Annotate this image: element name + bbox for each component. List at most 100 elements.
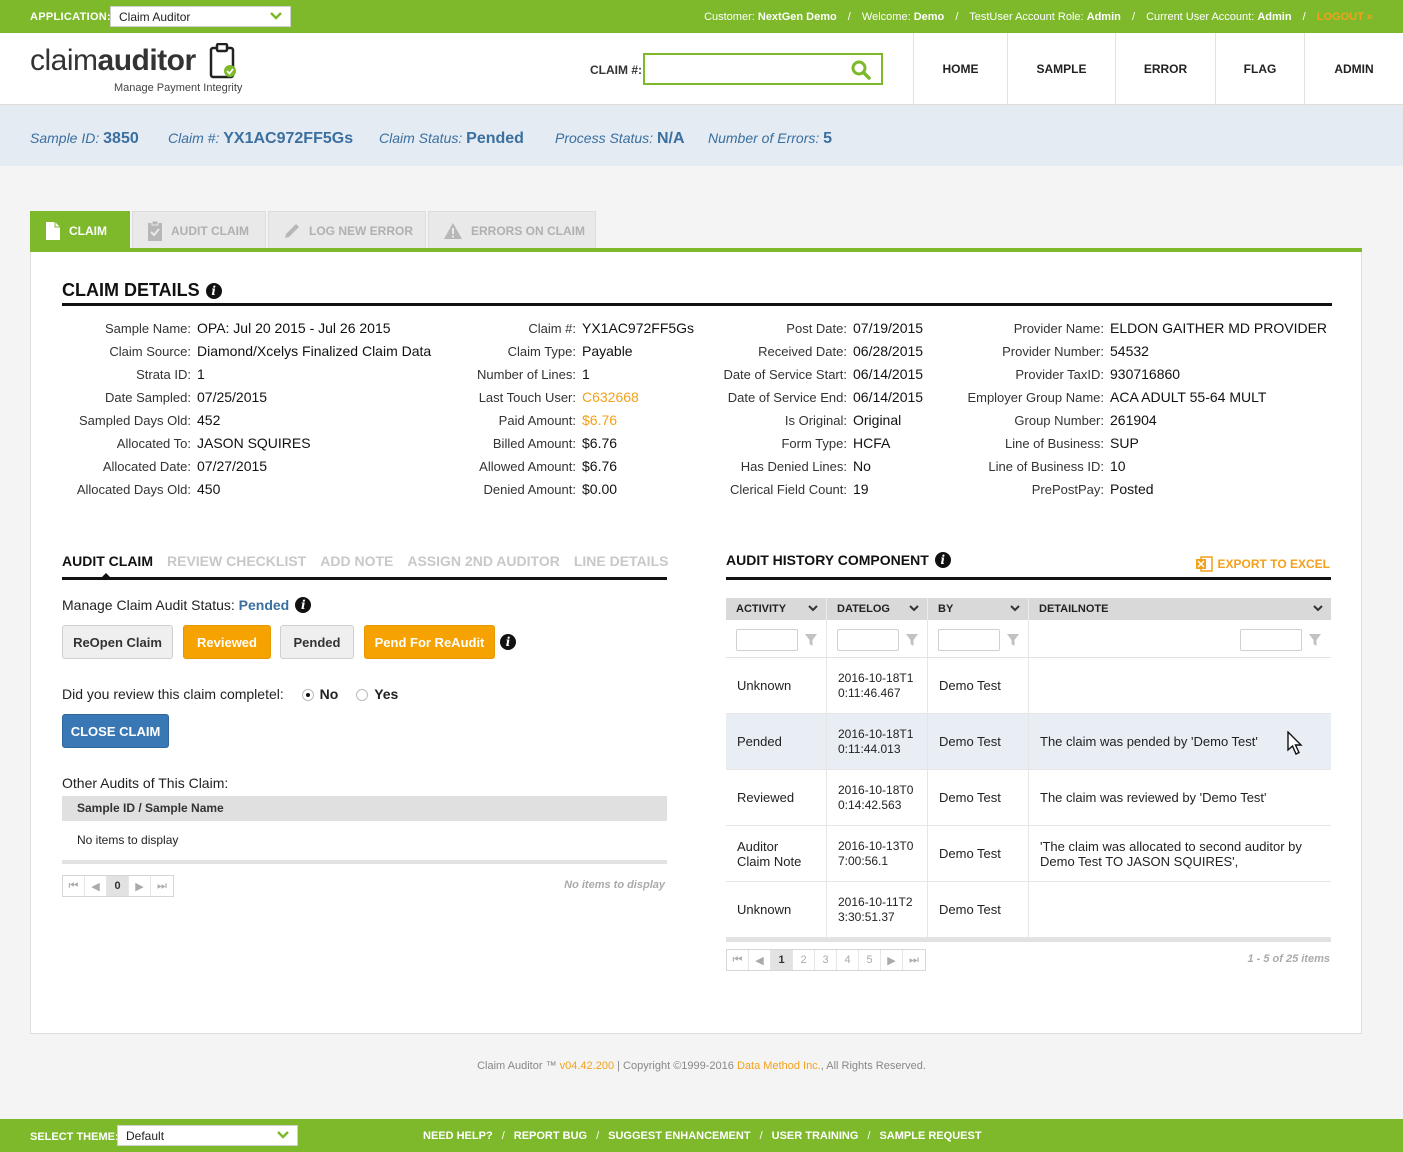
table-row[interactable]: Unknown 2016-10-11T23:30:51.37 Demo Test xyxy=(726,882,1331,938)
table-row[interactable]: Unknown 2016-10-18T10:11:46.467 Demo Test xyxy=(726,658,1331,714)
footer-link[interactable]: REPORT BUG xyxy=(514,1130,587,1142)
audit-status-label: Manage Claim Audit Status: xyxy=(62,597,235,613)
next-page-icon[interactable]: ▶ xyxy=(129,876,151,896)
reviewed-button[interactable]: Reviewed xyxy=(183,625,271,659)
filter-input-datelog[interactable] xyxy=(837,629,899,651)
footer-link[interactable]: SUGGEST ENHANCEMENT xyxy=(608,1130,750,1142)
tab-audit-claim[interactable]: AUDIT CLAIM xyxy=(132,211,266,249)
detail-label-text: Claim Source: xyxy=(109,344,191,359)
separator: / xyxy=(759,1130,763,1142)
cell-datelog-text: 2016-10-13T07:00:56.1 xyxy=(838,838,914,868)
column-detailnote-label: DETAILNOTE xyxy=(1039,603,1109,615)
table-row[interactable]: Pended 2016-10-18T10:11:44.013 Demo Test Th… xyxy=(726,714,1331,770)
page-1[interactable]: 1 xyxy=(771,950,793,970)
review-no-option[interactable]: No xyxy=(301,686,338,702)
reopen-claim-button[interactable]: ReOpen Claim xyxy=(62,625,173,659)
claim-details-title: CLAIM DETAILS i xyxy=(62,280,222,301)
nav-flag[interactable]: FLAG xyxy=(1215,33,1304,105)
tab-claim[interactable]: CLAIM xyxy=(30,211,130,249)
subtab-audit-claim-label: AUDIT CLAIM xyxy=(62,553,153,569)
column-header-detailnote[interactable]: DETAILNOTE xyxy=(1029,598,1331,620)
footer-company-link[interactable]: Data Method Inc. xyxy=(737,1060,821,1072)
filter-icon[interactable] xyxy=(906,634,918,646)
filter-icon[interactable] xyxy=(805,634,817,646)
page-2[interactable]: 2 xyxy=(793,950,815,970)
detail-label-text: Date of Service End: xyxy=(727,390,847,405)
cell-datelog: 2016-10-11T23:30:51.37 xyxy=(827,882,928,937)
cell-datelog: 2016-10-18T10:11:44.013 xyxy=(827,714,928,769)
footer-link[interactable]: USER TRAINING xyxy=(772,1130,859,1142)
table-row[interactable]: Auditor Claim Note 2016-10-13T07:00:56.1 D… xyxy=(726,826,1331,882)
tab-errors-on-claim[interactable]: ERRORS ON CLAIM xyxy=(428,211,596,249)
export-to-excel-link[interactable]: EXPORT TO EXCEL xyxy=(1195,555,1330,573)
detail-label-text: Denied Amount: xyxy=(483,482,576,497)
application-select[interactable]: Claim Auditor xyxy=(110,6,291,27)
subtab-review-checklist[interactable]: REVIEW CHECKLIST xyxy=(167,553,306,569)
filter-input-activity[interactable] xyxy=(736,629,798,651)
detail-value-text: 07/19/2015 xyxy=(853,320,924,336)
pend-for-reaudit-button[interactable]: Pend For ReAudit xyxy=(364,625,495,659)
search-icon[interactable] xyxy=(851,60,871,80)
filter-icon[interactable] xyxy=(1309,634,1321,646)
column-header-by[interactable]: BY xyxy=(928,598,1029,620)
info-icon[interactable]: i xyxy=(295,597,312,613)
subtab-assign-2nd-auditor[interactable]: ASSIGN 2ND AUDITOR xyxy=(407,553,559,569)
nav-admin[interactable]: ADMIN xyxy=(1304,33,1403,105)
nav-error[interactable]: ERROR xyxy=(1115,33,1215,105)
close-claim-button[interactable]: CLOSE CLAIM xyxy=(62,714,169,748)
info-icon[interactable]: i xyxy=(500,634,516,650)
column-header-datelog[interactable]: DATELOG xyxy=(827,598,928,620)
subtab-line-details[interactable]: LINE DETAILS xyxy=(574,553,669,569)
footer-link[interactable]: SAMPLE REQUEST xyxy=(879,1130,981,1142)
info-icon[interactable]: i xyxy=(205,282,222,299)
cell-datelog: 2016-10-13T07:00:56.1 xyxy=(827,826,928,881)
tab-log-new-error[interactable]: LOG NEW ERROR xyxy=(268,211,426,249)
first-page-icon[interactable]: ⏮ xyxy=(727,950,749,970)
tab-errors-on-claim-label: ERRORS ON CLAIM xyxy=(471,223,585,238)
logo[interactable]: claimauditor Manage Payment Integrity xyxy=(30,43,242,94)
radio-yes[interactable] xyxy=(356,689,369,701)
pended-button[interactable]: Pended xyxy=(280,625,354,659)
export-to-excel-label: EXPORT TO EXCEL xyxy=(1217,557,1330,571)
logout-link[interactable]: LOGOUT » xyxy=(1317,11,1373,23)
page-3[interactable]: 3 xyxy=(815,950,837,970)
last-page-icon[interactable]: ⏭ xyxy=(151,876,173,896)
other-audits-column[interactable]: Sample ID / Sample Name xyxy=(77,801,224,815)
last-page-icon[interactable]: ⏭ xyxy=(903,950,925,970)
first-page-icon[interactable]: ⏮ xyxy=(63,876,85,896)
page-current[interactable]: 0 xyxy=(107,876,129,896)
nav-home[interactable]: HOME xyxy=(913,33,1007,105)
radio-no[interactable] xyxy=(301,689,314,701)
subtab-add-note[interactable]: ADD NOTE xyxy=(320,553,393,569)
info-icon[interactable]: i xyxy=(934,552,951,568)
detail-value-text[interactable]: C632668 xyxy=(582,389,639,405)
claim-details-rule xyxy=(62,303,1332,306)
footer-link[interactable]: NEED HELP? xyxy=(423,1130,493,1142)
filter-input-by[interactable] xyxy=(938,629,1000,651)
filter-input-detailnote[interactable] xyxy=(1240,629,1302,651)
prev-page-icon[interactable]: ◀ xyxy=(85,876,107,896)
detail-value-text: 450 xyxy=(197,481,221,497)
detail-value-text: $6.76 xyxy=(582,458,618,474)
header: claimauditor Manage Payment Integrity CL… xyxy=(0,33,1403,105)
filter-icon[interactable] xyxy=(1007,634,1019,646)
column-header-activity[interactable]: ACTIVITY xyxy=(726,598,827,620)
detail-value-text: 06/28/2015 xyxy=(853,343,924,359)
prev-page-icon[interactable]: ◀ xyxy=(749,950,771,970)
theme-select[interactable]: Default xyxy=(117,1125,298,1146)
next-page-icon[interactable]: ▶ xyxy=(881,950,903,970)
claim-search-input[interactable] xyxy=(651,55,847,83)
table-row[interactable]: Reviewed 2016-10-18T00:14:42.563 Demo Test… xyxy=(726,770,1331,826)
page-5[interactable]: 5 xyxy=(859,950,881,970)
footer-version[interactable]: v04.42.200 xyxy=(560,1060,614,1072)
review-yes-option[interactable]: Yes xyxy=(356,686,398,702)
claim-status-label: Claim Status: xyxy=(379,130,463,146)
clipboard-logo-icon xyxy=(209,43,236,79)
detail-label-text: Sample Name: xyxy=(105,321,191,336)
page-4[interactable]: 4 xyxy=(837,950,859,970)
nav-sample[interactable]: SAMPLE xyxy=(1007,33,1115,105)
subtab-audit-claim[interactable]: AUDIT CLAIM xyxy=(62,553,153,579)
audit-history-title-text: AUDIT HISTORY COMPONENT xyxy=(726,552,929,568)
cell-activity-text: Reviewed xyxy=(737,790,795,805)
detail-label-text: Sampled Days Old: xyxy=(79,413,191,428)
